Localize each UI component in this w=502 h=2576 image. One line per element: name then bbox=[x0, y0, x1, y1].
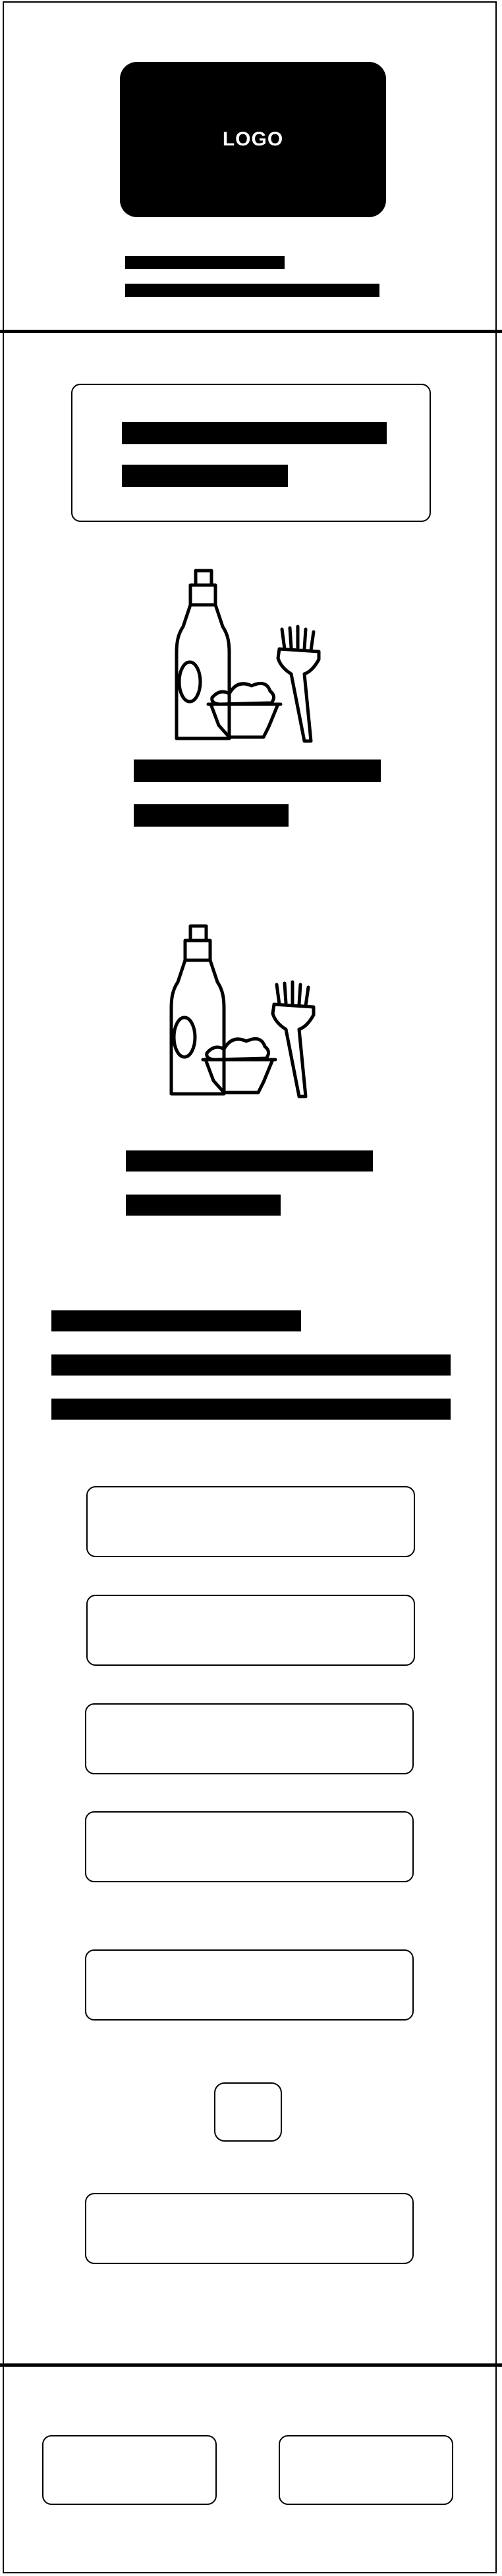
product-1-line-2 bbox=[134, 804, 289, 827]
hair-color-kit-icon bbox=[169, 924, 316, 1098]
footer-divider bbox=[0, 2363, 502, 2367]
small-button[interactable] bbox=[214, 2082, 282, 2142]
submit-button[interactable] bbox=[85, 2193, 414, 2264]
header-divider bbox=[0, 330, 502, 333]
intro-card[interactable] bbox=[71, 384, 431, 522]
footer-button-left[interactable] bbox=[42, 2435, 217, 2505]
form-field-1[interactable] bbox=[86, 1486, 415, 1557]
footer-button-right[interactable] bbox=[279, 2435, 453, 2505]
form-field-4[interactable] bbox=[85, 1811, 414, 1882]
hair-color-kit-icon bbox=[175, 569, 321, 743]
section-text-line-2 bbox=[51, 1399, 451, 1420]
header-line-2 bbox=[125, 284, 379, 297]
logo-text: LOGO bbox=[222, 128, 284, 150]
header-line-1 bbox=[125, 256, 285, 269]
intro-card-line-1 bbox=[122, 422, 387, 444]
intro-card-line-2 bbox=[122, 465, 288, 487]
form-field-2[interactable] bbox=[86, 1595, 415, 1666]
logo[interactable]: LOGO bbox=[120, 62, 386, 217]
section-text-line-1 bbox=[51, 1354, 451, 1376]
form-field-3[interactable] bbox=[85, 1703, 414, 1774]
product-2-line-2 bbox=[126, 1195, 281, 1216]
product-2-line-1 bbox=[126, 1150, 373, 1172]
section-heading bbox=[51, 1310, 301, 1331]
form-field-5[interactable] bbox=[85, 1949, 414, 2021]
product-1-line-1 bbox=[134, 760, 381, 782]
